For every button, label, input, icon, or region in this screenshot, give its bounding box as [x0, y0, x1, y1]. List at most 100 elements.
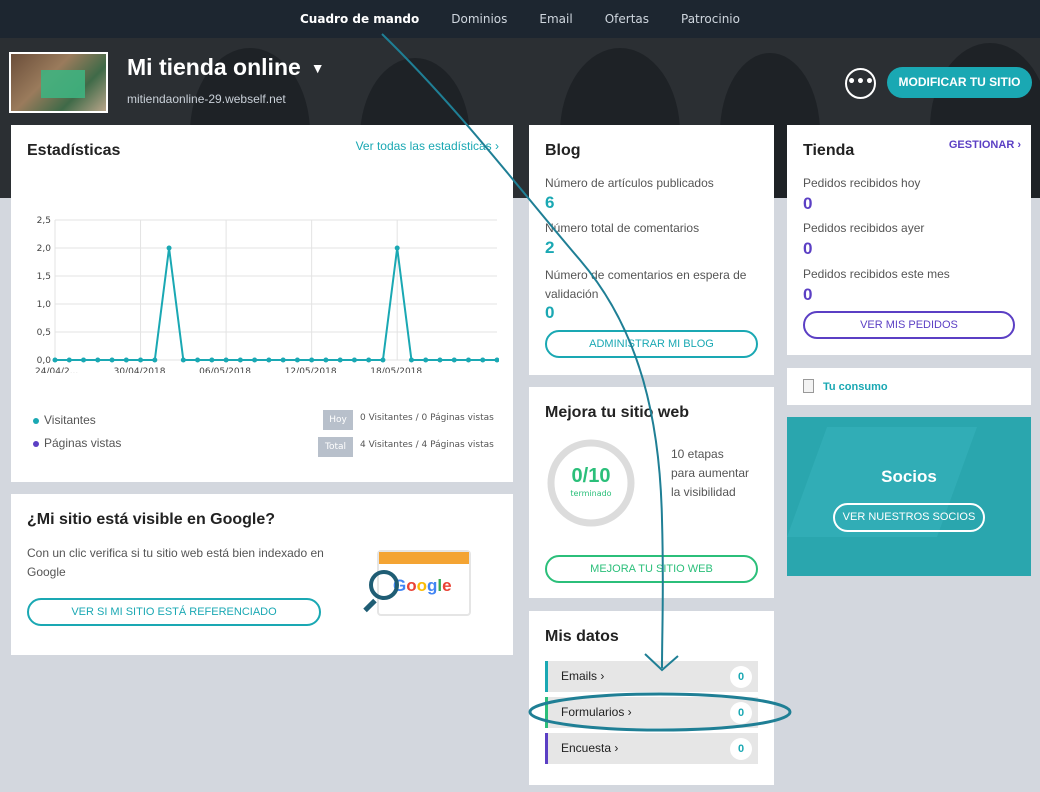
- orders-month-label: Pedidos recibidos este mes: [803, 267, 950, 281]
- google-visibility-card: ¿Mi sitio está visible en Google? Con un…: [11, 494, 513, 655]
- x-tick-label: 30/04/2018: [114, 367, 166, 373]
- progress-value: 0/10: [571, 465, 611, 487]
- orders-today-value: 0: [803, 194, 813, 213]
- emails-row[interactable]: Emails › 0: [545, 661, 758, 692]
- google-card-text: Con un clic verifica si tu sitio web est…: [27, 546, 324, 579]
- view-all-stats-link[interactable]: Ver todas las estadísticas ›: [356, 139, 499, 153]
- consumption-link[interactable]: Tu consumo: [823, 381, 888, 393]
- visitors-line-chart: 2,5 2,0 1,5 1,0 0,5 0,024/04/2... 30/04/2018 06…: [35, 216, 499, 373]
- modify-site-button[interactable]: MODIFICAR TU SITIO: [887, 67, 1032, 98]
- orders-month-value: 0: [803, 285, 813, 304]
- survey-count: 0: [730, 738, 752, 760]
- google-logo: Google: [393, 576, 452, 595]
- nav-patrocinio[interactable]: Patrocinio: [665, 12, 756, 26]
- improve-text: 10 etapas para aumentar la visibilidad: [671, 447, 750, 499]
- forms-label: Formularios ›: [561, 705, 632, 719]
- data-point: [95, 357, 101, 363]
- data-point: [109, 357, 115, 363]
- partners-card: Socios VER NUESTROS SOCIOS: [787, 417, 1031, 576]
- emails-count: 0: [730, 666, 752, 688]
- y-tick-label: 1,5: [37, 272, 51, 282]
- manage-blog-button[interactable]: ADMINISTRAR MI BLOG: [545, 330, 758, 358]
- data-point: [223, 357, 229, 363]
- legend-label: Visitantes: [44, 413, 96, 427]
- orders-yesterday-label: Pedidos recibidos ayer: [803, 221, 925, 235]
- data-point: [123, 357, 129, 363]
- site-title[interactable]: Mi tienda online ▼: [127, 54, 325, 81]
- chevron-down-icon[interactable]: ▼: [311, 60, 325, 76]
- survey-row[interactable]: Encuesta › 0: [545, 733, 758, 764]
- nav-cuadro-de-mando[interactable]: Cuadro de mando: [284, 12, 435, 26]
- top-navigation: Cuadro de mando Dominios Email Ofertas P…: [0, 0, 1040, 38]
- data-point: [280, 357, 286, 363]
- data-point: [52, 357, 58, 363]
- blog-pending-label: Número de comentarios en espera de valid…: [545, 268, 747, 301]
- data-point: [294, 357, 300, 363]
- x-tick-label: 18/05/2018: [370, 367, 422, 373]
- data-point: [394, 245, 400, 251]
- data-point: [180, 357, 186, 363]
- row-accent: [545, 733, 548, 764]
- data-point: [195, 357, 201, 363]
- today-stats-text: 0 Visitantes / 0 Páginas vistas: [360, 413, 494, 423]
- legend-paginas-vistas: Páginas vistas: [33, 436, 121, 450]
- x-tick-label: 12/05/2018: [285, 367, 337, 373]
- forms-row[interactable]: Formularios › 0: [545, 697, 758, 728]
- magnifier-handle: [363, 598, 377, 613]
- blog-comments-label: Número total de comentarios: [545, 221, 700, 235]
- data-point: [451, 357, 457, 363]
- statistics-title: Estadísticas: [27, 142, 121, 159]
- forms-count: 0: [730, 702, 752, 724]
- view-orders-button[interactable]: VER MIS PEDIDOS: [803, 311, 1015, 339]
- data-point: [309, 357, 315, 363]
- total-chip: Total: [318, 437, 353, 457]
- site-thumbnail[interactable]: [9, 52, 108, 113]
- manage-store-link[interactable]: GESTIONAR ›: [949, 139, 1021, 151]
- blog-articles-label: Número de artículos publicados: [545, 176, 714, 190]
- more-options-button[interactable]: •••: [845, 68, 876, 99]
- nav-dominios[interactable]: Dominios: [435, 12, 523, 26]
- data-point: [408, 357, 414, 363]
- y-tick-label: 2,5: [37, 216, 51, 226]
- data-point: [351, 357, 357, 363]
- data-point: [237, 357, 243, 363]
- legend-label: Páginas vistas: [44, 436, 122, 450]
- row-accent: [545, 661, 548, 692]
- y-tick-label: 0,0: [37, 356, 52, 366]
- consumption-card[interactable]: Tu consumo: [787, 368, 1031, 405]
- improve-site-button[interactable]: MEJORA TU SITIO WEB: [545, 555, 758, 583]
- x-tick-label: 06/05/2018: [199, 367, 251, 373]
- legend-dot-icon: [33, 440, 39, 447]
- progress-sub: terminado: [570, 489, 612, 498]
- data-point: [380, 357, 386, 363]
- check-indexed-button[interactable]: VER SI MI SITIO ESTÁ REFERENCIADO: [27, 598, 321, 626]
- legend-visitantes: Visitantes: [33, 413, 96, 427]
- document-icon: [803, 379, 814, 393]
- data-point: [166, 245, 172, 251]
- statistics-card: Estadísticas Ver todas las estadísticas …: [11, 125, 513, 482]
- data-point: [209, 357, 215, 363]
- data-point: [138, 357, 144, 363]
- survey-label: Encuesta ›: [561, 741, 619, 755]
- total-stats-text: 4 Visitantes / 4 Páginas vistas: [360, 440, 494, 450]
- improve-site-card: Mejora tu sitio web 0/10 terminado 10 et…: [529, 387, 774, 598]
- blog-articles-value: 6: [545, 193, 555, 212]
- improve-title: Mejora tu sitio web: [545, 404, 690, 421]
- data-point: [323, 357, 329, 363]
- data-point: [494, 357, 499, 363]
- today-chip: Hoy: [323, 410, 353, 430]
- view-partners-button[interactable]: VER NUESTROS SOCIOS: [833, 503, 985, 532]
- nav-email[interactable]: Email: [523, 12, 588, 26]
- data-point: [152, 357, 158, 363]
- data-point: [252, 357, 258, 363]
- nav-ofertas[interactable]: Ofertas: [589, 12, 665, 26]
- my-data-title: Mis datos: [545, 628, 619, 645]
- emails-label: Emails ›: [561, 669, 605, 683]
- my-data-card: Mis datos Emails › 0 Formularios › 0 Enc…: [529, 611, 774, 785]
- store-title: Tienda: [803, 142, 855, 159]
- blog-card: Blog Número de artículos publicados 6 Nú…: [529, 125, 774, 375]
- orders-today-label: Pedidos recibidos hoy: [803, 176, 921, 190]
- orders-yesterday-value: 0: [803, 239, 813, 258]
- store-card: Tienda GESTIONAR › Pedidos recibidos hoy…: [787, 125, 1031, 355]
- progress-ring: 0/10 terminado: [545, 437, 637, 533]
